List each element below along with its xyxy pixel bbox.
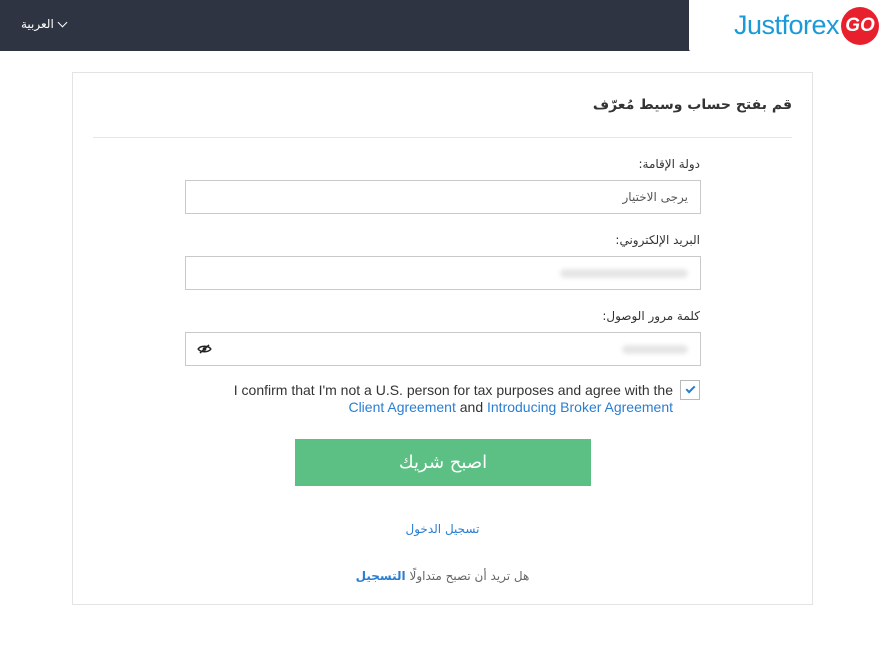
terms-and: and <box>459 399 484 415</box>
terms-text: I confirm that I'm not a U.S. person for… <box>223 382 673 416</box>
register-link[interactable]: التسجيل <box>356 569 406 583</box>
language-selector[interactable]: العربية <box>21 17 68 31</box>
divider <box>93 137 792 138</box>
register-prompt-text: هل تريد أن تصبح متداولًا <box>409 569 530 583</box>
country-select-value: يرجى الاختيار <box>622 190 688 204</box>
terms-text-before: I confirm that I'm not a U.S. person for… <box>233 382 673 398</box>
registration-card: قم بفتح حساب وسيط مُعرّف دولة الإقامة: ي… <box>72 72 813 605</box>
email-value-redacted <box>560 269 688 278</box>
country-select[interactable]: يرجى الاختيار <box>185 180 701 214</box>
country-label: دولة الإقامة: <box>638 157 700 171</box>
language-label: العربية <box>21 17 54 31</box>
logo-text: Justforex <box>733 10 840 40</box>
password-field[interactable] <box>185 332 701 366</box>
email-label: البريد الإلكتروني: <box>615 233 700 247</box>
terms-checkbox[interactable] <box>680 380 700 400</box>
register-prompt: هل تريد أن تصبح متداولًا التسجيل <box>73 569 812 583</box>
client-agreement-link[interactable]: Client Agreement <box>348 399 455 415</box>
password-label: كلمة مرور الوصول: <box>602 309 700 323</box>
login-link[interactable]: تسجيل الدخول <box>73 522 812 536</box>
top-bar: العربية Justforex GO <box>0 0 885 51</box>
page-title: قم بفتح حساب وسيط مُعرّف <box>592 97 792 113</box>
become-partner-button[interactable]: اصبح شريك <box>295 439 591 486</box>
password-value-redacted <box>622 345 688 354</box>
broker-agreement-link[interactable]: Introducing Broker Agreement <box>487 399 673 415</box>
checkmark-icon <box>685 383 695 394</box>
chevron-down-icon <box>57 17 68 27</box>
logo[interactable]: Justforex GO <box>689 0 885 51</box>
email-field[interactable] <box>185 256 701 290</box>
eye-slash-icon[interactable] <box>197 344 212 354</box>
logo-go-badge: GO <box>841 6 879 45</box>
